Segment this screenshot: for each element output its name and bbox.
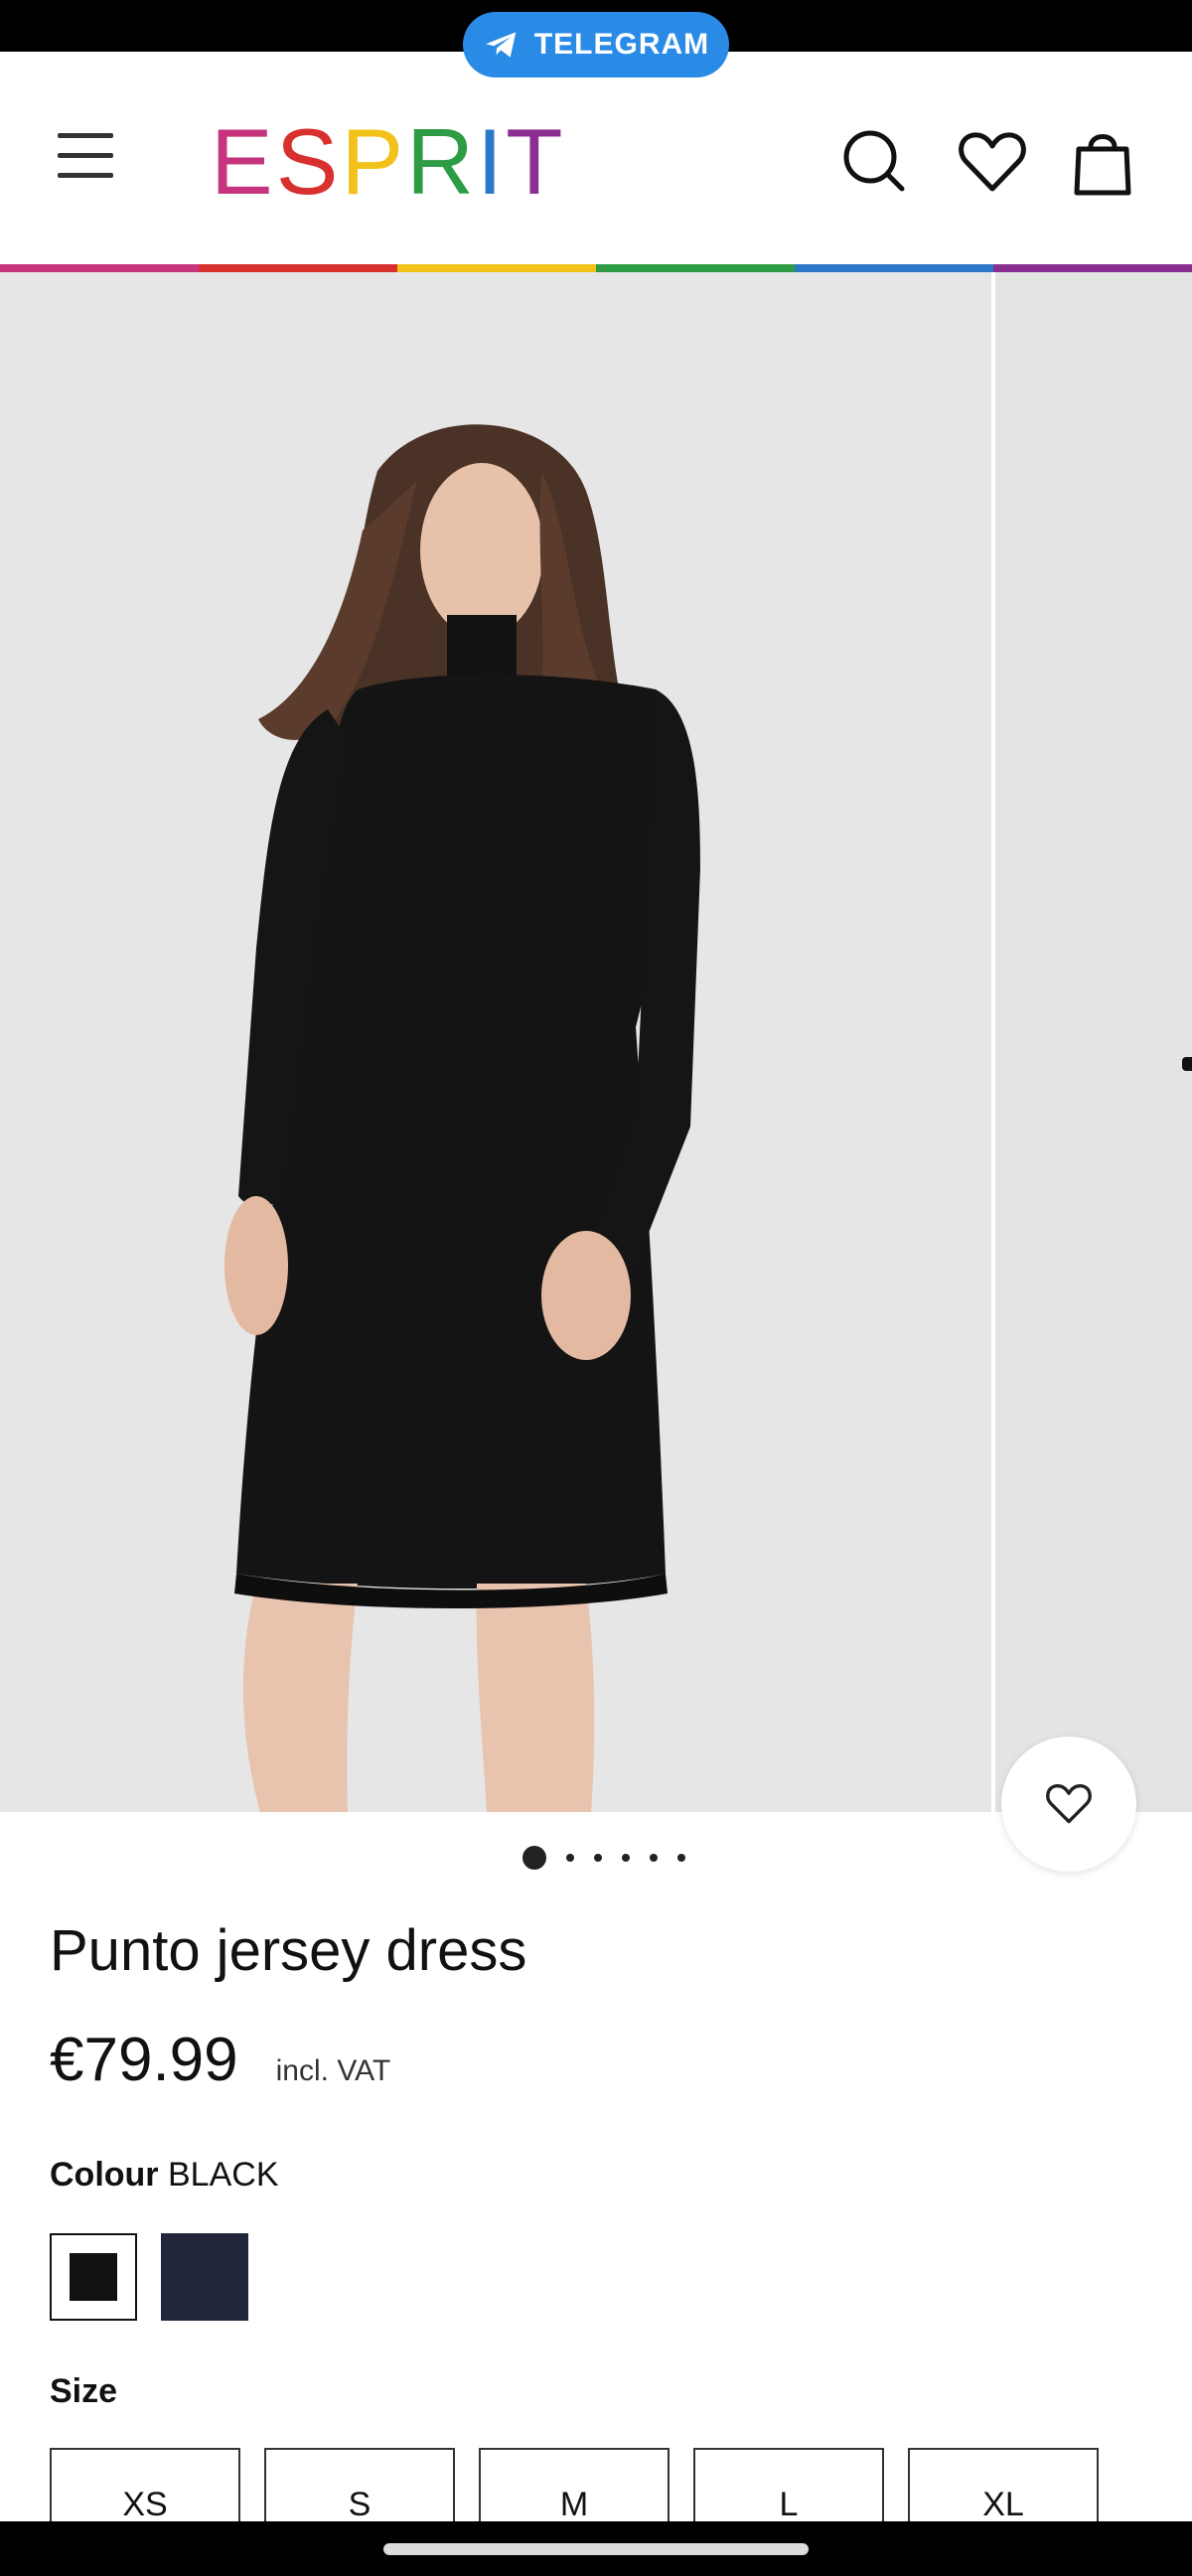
site-header: ESPRIT	[0, 52, 1192, 264]
logo-letter: E	[211, 109, 276, 214]
edge-handle	[1182, 1057, 1192, 1071]
search-icon[interactable]	[840, 125, 910, 199]
size-label: Size	[50, 2372, 118, 2410]
size-button-l[interactable]: L	[693, 2448, 884, 2521]
stripe-segment	[397, 264, 596, 272]
product-price: €79.99	[50, 2026, 238, 2094]
size-button-xl[interactable]: XL	[908, 2448, 1099, 2521]
product-image-next-peek[interactable]	[995, 272, 1192, 1812]
menu-icon[interactable]	[58, 133, 113, 179]
pagination-dot[interactable]	[522, 1846, 546, 1870]
logo-letter: R	[406, 109, 477, 214]
product-title: Punto jersey dress	[50, 1918, 527, 1983]
brand-color-stripe	[0, 264, 1192, 272]
heart-icon[interactable]	[956, 125, 1026, 199]
pagination-dot[interactable]	[566, 1854, 574, 1862]
size-options: XS S M L XL	[50, 2448, 1099, 2521]
price-row: €79.99 incl. VAT	[50, 2025, 390, 2095]
stripe-segment	[199, 264, 397, 272]
heart-outline-icon	[1046, 1783, 1092, 1824]
esprit-logo[interactable]: ESPRIT	[211, 109, 566, 214]
stripe-segment	[993, 264, 1192, 272]
product-image-gallery[interactable]	[0, 272, 1192, 1812]
colour-swatches	[50, 2233, 248, 2321]
pagination-dot[interactable]	[650, 1854, 658, 1862]
logo-letter: S	[275, 109, 342, 214]
phone-screen: TELEGRAM ESPRIT Punto jersey dress €79.9…	[0, 0, 1192, 2576]
colour-swatch-navy[interactable]	[161, 2233, 248, 2321]
logo-letter: T	[506, 109, 566, 214]
telegram-label: TELEGRAM	[533, 28, 710, 61]
logo-letter: I	[477, 109, 507, 214]
colour-value: BLACK	[168, 2156, 279, 2194]
product-image-main[interactable]	[0, 272, 991, 1812]
swatch-fill	[70, 2253, 117, 2301]
model-in-black-dress-image	[0, 272, 991, 1812]
colour-label: Colour	[50, 2156, 159, 2194]
logo-letter: P	[341, 109, 407, 214]
telegram-icon	[485, 32, 517, 58]
pagination-dot[interactable]	[622, 1854, 630, 1862]
telegram-return-pill[interactable]: TELEGRAM	[463, 12, 729, 77]
stripe-segment	[596, 264, 795, 272]
shopping-bag-icon[interactable]	[1071, 125, 1140, 199]
stripe-segment	[795, 264, 993, 272]
size-button-m[interactable]: M	[479, 2448, 670, 2521]
colour-selection-label: Colour BLACK	[50, 2156, 279, 2195]
pagination-dot[interactable]	[677, 1854, 685, 1862]
stripe-segment	[0, 264, 199, 272]
app-content: ESPRIT Punto jersey dress €79.99 incl. V…	[0, 52, 1192, 2521]
size-button-xs[interactable]: XS	[50, 2448, 240, 2521]
vat-note: incl. VAT	[275, 2054, 391, 2087]
pagination-dot[interactable]	[594, 1854, 602, 1862]
gallery-pagination-dots[interactable]	[0, 1846, 1192, 1870]
home-indicator[interactable]	[383, 2543, 809, 2555]
colour-swatch-black[interactable]	[50, 2233, 137, 2321]
size-button-s[interactable]: S	[264, 2448, 455, 2521]
